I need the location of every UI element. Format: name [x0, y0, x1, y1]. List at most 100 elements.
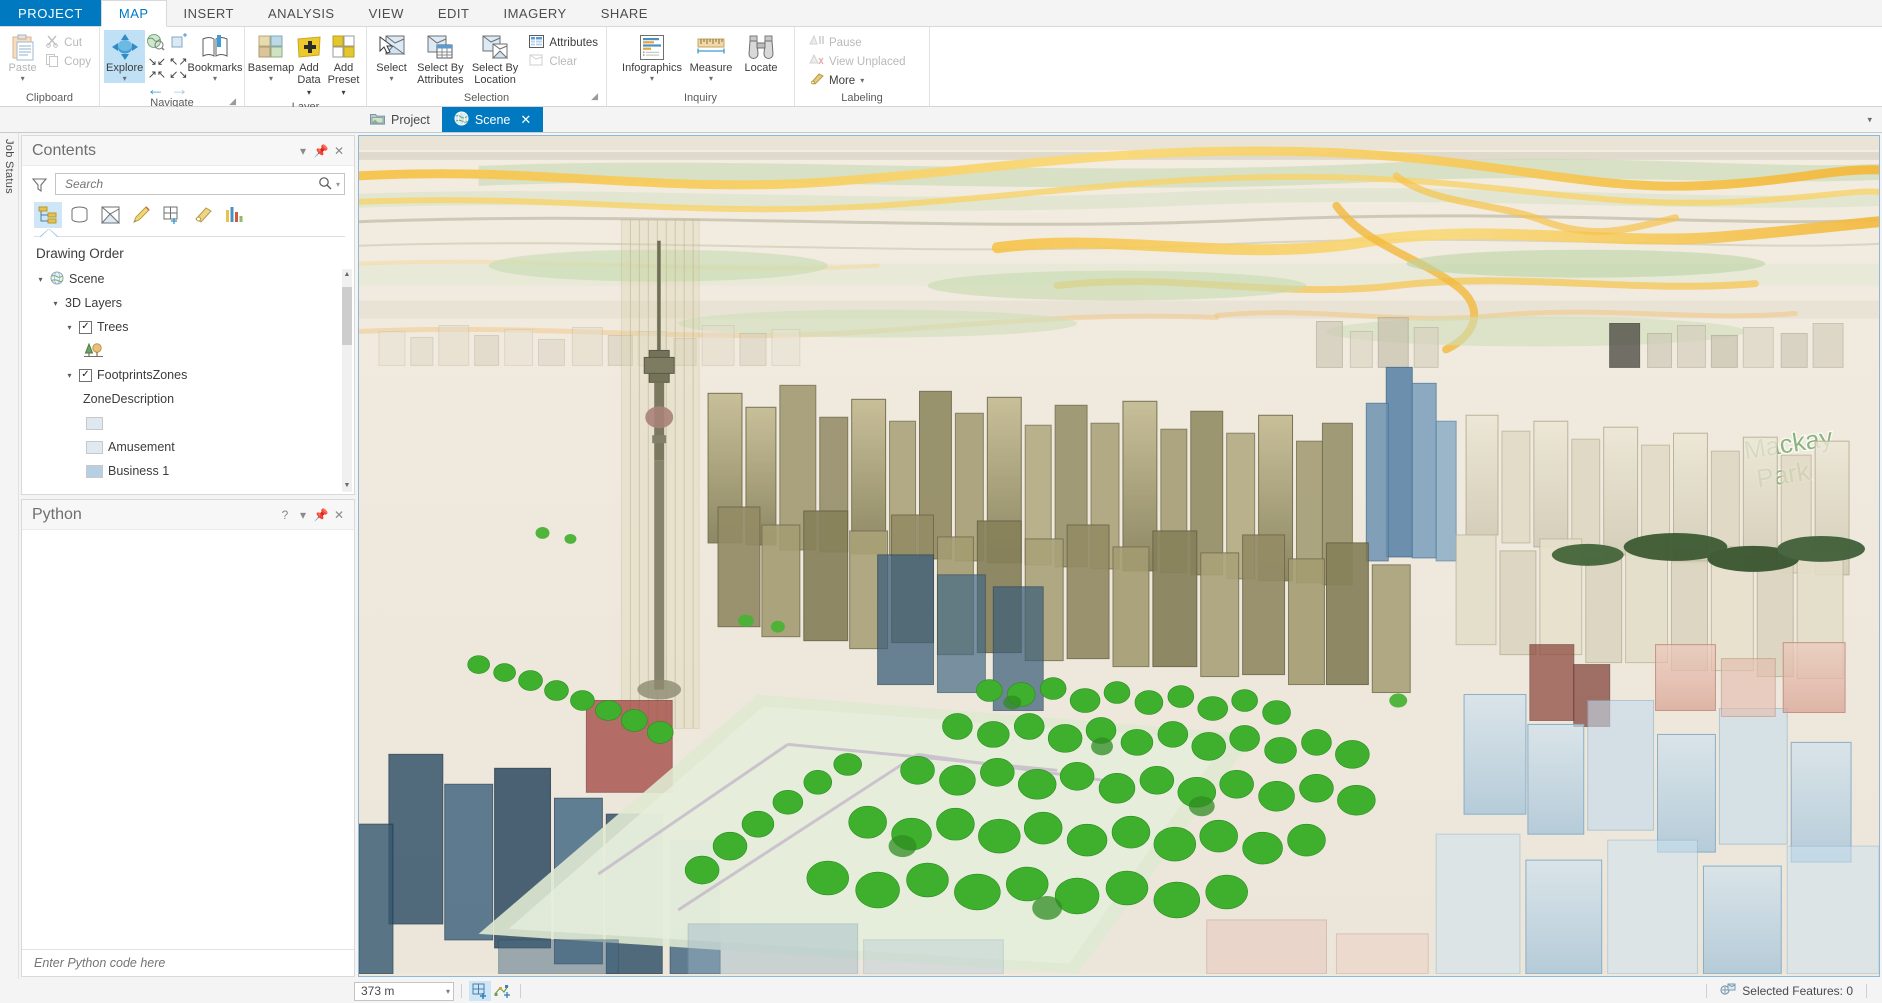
- select-by-attributes-button[interactable]: Select By Attributes: [412, 30, 469, 86]
- add-preset-tool-icon[interactable]: [469, 981, 491, 1001]
- selection-dialog-launcher-icon[interactable]: ◢: [591, 88, 598, 104]
- zoom-out-corners-icon[interactable]: ↘↙ ↗↖: [148, 55, 166, 81]
- selection-label-text: Selection: [463, 92, 510, 104]
- measure-caret-icon[interactable]: ▾: [709, 75, 713, 83]
- map-scale-selector[interactable]: 373 m ▾: [354, 981, 454, 1001]
- infographics-caret-icon[interactable]: ▾: [650, 75, 654, 83]
- cut-button[interactable]: Cut: [41, 33, 95, 52]
- view-tab-scene[interactable]: Scene ✕: [441, 107, 544, 132]
- basemap-caret-icon[interactable]: ▾: [269, 75, 273, 83]
- python-input-wrapper[interactable]: [22, 950, 354, 976]
- list-by-selection-icon[interactable]: [96, 202, 124, 228]
- more-labeling-button[interactable]: More ▾: [805, 71, 910, 90]
- select-caret-icon[interactable]: ▾: [390, 75, 394, 83]
- job-status-rail[interactable]: Job Status: [0, 133, 19, 979]
- python-pin-icon[interactable]: 📌: [312, 508, 330, 522]
- paste-caret-icon[interactable]: ▾: [21, 75, 25, 83]
- close-icon[interactable]: ✕: [520, 112, 531, 128]
- view-tab-project[interactable]: Project: [358, 107, 442, 132]
- tree-item-footprintszones[interactable]: ▾ ✓ FootprintsZones: [36, 363, 354, 387]
- list-by-drawing-order-icon[interactable]: [34, 202, 62, 228]
- list-by-snapping-icon[interactable]: [158, 202, 186, 228]
- clear-selection-button[interactable]: Clear: [525, 52, 602, 71]
- search-input[interactable]: [63, 176, 318, 192]
- tree-item-trees[interactable]: ▾ ✓ Trees: [36, 315, 354, 339]
- list-by-editing-icon[interactable]: [127, 202, 155, 228]
- copy-icon: [45, 53, 59, 70]
- select-by-location-button[interactable]: Select By Location: [469, 30, 522, 86]
- map-scale-caret-icon[interactable]: ▾: [446, 987, 450, 996]
- clipboard-small-buttons: Cut Copy: [41, 30, 95, 71]
- python-help-icon[interactable]: ?: [276, 508, 294, 522]
- status-bar: 373 m ▾ Selected Features: 0: [0, 979, 1882, 1003]
- chevron-down-icon[interactable]: ▾: [1867, 114, 1872, 125]
- previous-extent-icon[interactable]: ←: [147, 80, 165, 98]
- contents-menu-caret-icon[interactable]: ▾: [294, 144, 312, 158]
- pause-labeling-button[interactable]: Pause: [805, 33, 910, 52]
- python-code-input[interactable]: [32, 955, 344, 971]
- twisty-icon[interactable]: ▾: [65, 323, 74, 332]
- twisty-icon[interactable]: ▾: [65, 371, 74, 380]
- infographics-button[interactable]: Infographics ▾: [619, 30, 685, 83]
- tree-item-3d-layers[interactable]: ▾ 3D Layers: [36, 291, 354, 315]
- locate-button[interactable]: Locate: [737, 30, 785, 74]
- add-preset-button[interactable]: Add Preset ▾: [325, 30, 362, 99]
- ribbon-tab-share[interactable]: SHARE: [584, 0, 665, 26]
- zoom-in-corners-icon[interactable]: ↖↗ ↙↘: [169, 55, 187, 81]
- more-labeling-caret-icon[interactable]: ▾: [860, 76, 864, 85]
- fixed-zoom-in-icon[interactable]: [170, 32, 189, 54]
- list-by-labeling-icon[interactable]: [189, 202, 217, 228]
- bookmarks-caret-icon[interactable]: ▾: [213, 75, 217, 83]
- list-by-data-source-icon[interactable]: [65, 202, 93, 228]
- labeling-small-buttons: Pause View Unplaced More ▾: [805, 30, 910, 90]
- copy-button[interactable]: Copy: [41, 52, 95, 71]
- explore-caret-icon[interactable]: ▾: [123, 75, 127, 83]
- tree-item-legend-business-1[interactable]: Business 1: [36, 459, 354, 483]
- next-extent-icon[interactable]: →: [171, 80, 189, 98]
- tree-item-legend-blank[interactable]: [36, 411, 354, 435]
- explore-3d-tool-icon[interactable]: [491, 981, 513, 1001]
- layer-checkbox-trees[interactable]: ✓: [79, 320, 92, 334]
- ribbon-tab-edit[interactable]: EDIT: [421, 0, 487, 26]
- scrollbar-thumb[interactable]: [342, 287, 352, 345]
- search-input-wrapper[interactable]: ▾: [55, 173, 345, 195]
- python-menu-caret-icon[interactable]: ▾: [294, 508, 312, 522]
- select-button[interactable]: Select ▾: [371, 30, 412, 83]
- full-extent-icon[interactable]: [146, 32, 165, 54]
- explore-button[interactable]: Explore ▾: [104, 30, 146, 83]
- layer-checkbox-footprintszones[interactable]: ✓: [79, 368, 92, 382]
- tree-item-zonedescription[interactable]: ZoneDescription: [36, 387, 354, 411]
- ribbon-tab-insert[interactable]: INSERT: [167, 0, 251, 26]
- bookmarks-button[interactable]: Bookmarks ▾: [187, 30, 243, 83]
- twisty-icon[interactable]: ▾: [36, 275, 45, 284]
- scene-view[interactable]: Mackay Park: [358, 135, 1880, 977]
- scroll-down-icon[interactable]: ▼: [342, 480, 352, 492]
- basemap-button[interactable]: Basemap ▾: [248, 30, 294, 83]
- contents-pin-icon[interactable]: 📌: [312, 144, 330, 158]
- ribbon-tab-imagery[interactable]: IMAGERY: [486, 0, 583, 26]
- measure-button[interactable]: Measure ▾: [685, 30, 737, 83]
- attributes-button[interactable]: Attributes: [525, 33, 602, 52]
- filter-funnel-icon[interactable]: [31, 176, 48, 193]
- ribbon-tab-map[interactable]: MAP: [100, 0, 167, 27]
- view-unplaced-button[interactable]: View Unplaced: [805, 52, 910, 71]
- tree-item-legend-amusement[interactable]: Amusement: [36, 435, 354, 459]
- ribbon-tab-view[interactable]: VIEW: [352, 0, 421, 26]
- scene-3d-canvas[interactable]: Mackay Park: [359, 136, 1879, 974]
- project-tab[interactable]: PROJECT: [0, 0, 101, 26]
- add-data-button[interactable]: Add Data ▾: [293, 30, 325, 99]
- search-icon[interactable]: [318, 176, 332, 193]
- contents-close-icon[interactable]: ✕: [330, 144, 348, 158]
- tree-item-scene[interactable]: ▾ Scene: [36, 267, 354, 291]
- tree-item-trees-symbol[interactable]: [36, 339, 354, 363]
- project-icon: [370, 112, 385, 128]
- contents-scrollbar[interactable]: ▲ ▼: [342, 269, 352, 492]
- globe-icon: [454, 111, 469, 129]
- ribbon-tab-analysis[interactable]: ANALYSIS: [251, 0, 352, 26]
- scroll-up-icon[interactable]: ▲: [342, 269, 352, 281]
- paste-button[interactable]: Paste ▾: [4, 30, 41, 83]
- list-by-charts-icon[interactable]: [220, 202, 248, 228]
- search-options-caret-icon[interactable]: ▾: [332, 180, 340, 189]
- twisty-icon[interactable]: ▾: [51, 299, 60, 308]
- python-close-icon[interactable]: ✕: [330, 508, 348, 522]
